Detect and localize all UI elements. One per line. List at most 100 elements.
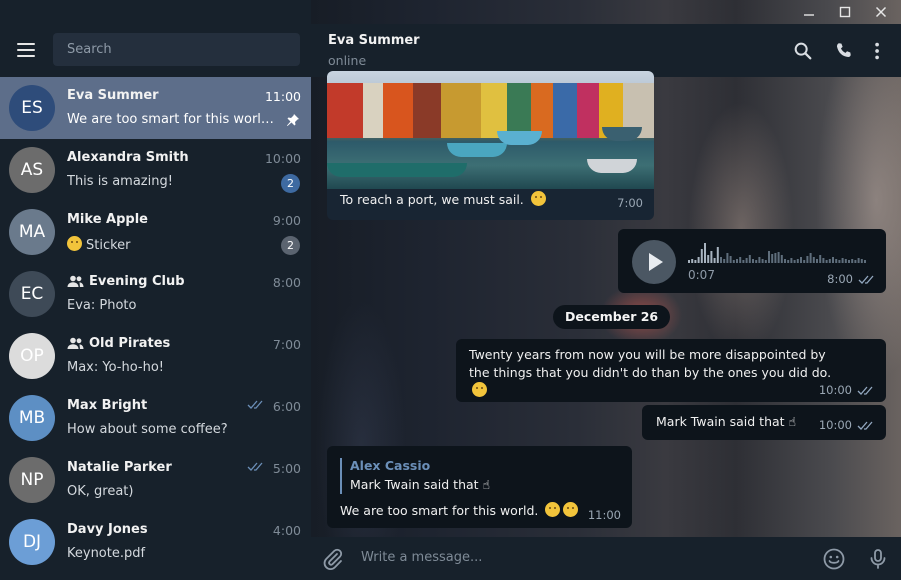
- avatar: MA: [9, 209, 55, 255]
- chat-preview: Sticker: [67, 236, 277, 253]
- reply-quote[interactable]: Alex Cassio Mark Twain said that ☝: [340, 458, 490, 494]
- read-ticks-icon: [247, 400, 263, 409]
- emoji-picker-icon[interactable]: [822, 547, 846, 571]
- chat-item[interactable]: NP Natalie Parker 5:00 OK, great): [0, 449, 311, 511]
- waveform-bar: [771, 254, 774, 263]
- message-text: Twenty years from now you will be more d…: [469, 347, 832, 380]
- waveform-bar: [713, 258, 716, 263]
- waveform-bar: [854, 260, 857, 263]
- waveform-bar: [803, 260, 806, 263]
- chat-name: Max Bright: [67, 398, 148, 413]
- chat-preview: Max: Yo-ho-ho!: [67, 360, 165, 375]
- emoji-icon: [67, 236, 82, 251]
- microphone-icon[interactable]: [866, 547, 890, 571]
- chat-item[interactable]: OP Old Pirates 7:00 Max: Yo-ho-ho!: [0, 325, 311, 387]
- waveform-bar: [790, 258, 793, 263]
- waveform-bar: [796, 259, 799, 263]
- waveform-bar: [758, 257, 761, 263]
- waveform-bar: [838, 260, 841, 263]
- chat-name: Natalie Parker: [67, 460, 172, 475]
- waveform-bar: [691, 259, 694, 263]
- unread-badge: 2: [281, 174, 300, 193]
- waveform-bar: [848, 260, 850, 263]
- waveform-bar: [710, 251, 713, 263]
- chat-item[interactable]: ES Eva Summer 11:00 We are too smart for th…: [0, 77, 311, 139]
- chat-item[interactable]: MA Mike Apple 9:00 Sticker 2: [0, 201, 311, 263]
- voice-duration: 0:07: [688, 268, 715, 282]
- play-icon: [649, 253, 663, 271]
- waveform-bar: [694, 260, 697, 263]
- search-input[interactable]: Search: [53, 33, 300, 66]
- telegram-window: Search ES Eva Summer 11:00 We are too smart…: [0, 0, 901, 580]
- waveform-bar: [707, 255, 710, 263]
- close-icon[interactable]: [863, 0, 899, 24]
- waveform-bar: [704, 243, 706, 263]
- emoji-icon: [472, 382, 487, 397]
- reply-message[interactable]: Alex Cassio Mark Twain said that ☝ We ar…: [327, 446, 632, 528]
- waveform-bar: [716, 247, 719, 263]
- read-ticks-icon: [857, 386, 873, 395]
- more-icon[interactable]: [867, 40, 889, 62]
- chat-item[interactable]: MB Max Bright 6:00 How about some coffee?: [0, 387, 311, 449]
- chat-item[interactable]: AS Alexandra Smith 10:00 This is amazing! 2: [0, 139, 311, 201]
- phone-icon[interactable]: [833, 40, 855, 62]
- window-controls: [791, 0, 901, 24]
- waveform-bar: [777, 252, 780, 263]
- message-time: 11:00: [587, 508, 621, 522]
- menu-icon[interactable]: [17, 43, 35, 57]
- waveform-bar: [835, 259, 838, 263]
- waveform-bar: [844, 259, 847, 263]
- message-bubble[interactable]: Twenty years from now you will be more d…: [456, 339, 886, 402]
- chat-name: Eva Summer: [67, 88, 159, 103]
- voice-waveform[interactable]: [688, 241, 874, 263]
- chat-preview: We are too smart for this world. 🤣😂: [67, 112, 277, 127]
- waveform-bar: [736, 259, 738, 263]
- waveform-bar: [723, 259, 726, 263]
- chat-preview: Keynote.pdf: [67, 546, 146, 561]
- waveform-bar: [697, 257, 700, 263]
- waveform-bar: [739, 257, 742, 263]
- message-bubble[interactable]: Mark Twain said that ☝ 10:00: [642, 405, 886, 440]
- waveform-bar: [793, 260, 796, 263]
- waveform-bar: [864, 260, 866, 263]
- chat-preview: This is amazing!: [67, 174, 173, 189]
- chat-name: Old Pirates: [67, 336, 170, 351]
- minimize-icon[interactable]: [791, 0, 827, 24]
- search-icon[interactable]: [792, 40, 814, 62]
- unread-badge: 2: [281, 236, 300, 255]
- waveform-bar: [851, 259, 854, 263]
- waveform-bar: [828, 259, 831, 263]
- emoji-icon: [545, 502, 561, 517]
- waveform-bar: [822, 258, 825, 263]
- peer-name[interactable]: Eva Summer: [328, 33, 420, 48]
- waveform-bar: [860, 259, 863, 263]
- waveform-bar: [812, 257, 815, 263]
- chat-item[interactable]: DJ Davy Jones 4:00 Keynote.pdf: [0, 511, 311, 573]
- chat-name: Alexandra Smith: [67, 150, 189, 165]
- chat-name: Mike Apple: [67, 212, 148, 227]
- waveform-bar: [780, 255, 783, 263]
- waveform-bar: [784, 259, 786, 263]
- message-photo[interactable]: [327, 71, 654, 189]
- chat-preview: OK, great): [67, 484, 134, 499]
- waveform-bar: [748, 255, 751, 263]
- chat-item[interactable]: EC Evening Club 8:00 Eva: Photo: [0, 263, 311, 325]
- voice-message[interactable]: 0:07 8:00: [618, 229, 886, 293]
- maximize-icon[interactable]: [827, 0, 863, 24]
- waveform-bar: [841, 258, 844, 263]
- attach-icon[interactable]: [321, 547, 345, 571]
- chat-list: ES Eva Summer 11:00 We are too smart for th…: [0, 77, 311, 573]
- message-input[interactable]: Write a message...: [361, 550, 482, 565]
- waveform-bar: [732, 260, 735, 263]
- read-ticks-icon: [858, 275, 874, 284]
- point-up-emoji-icon: ☝: [788, 414, 797, 429]
- photo-message[interactable]: To reach a port, we must sail. 7:00: [327, 71, 654, 220]
- pin-icon: [287, 114, 299, 126]
- play-button[interactable]: [632, 240, 676, 284]
- chat-preview: Eva: Photo: [67, 298, 137, 313]
- avatar: OP: [9, 333, 55, 379]
- emoji-icon: [563, 502, 579, 517]
- waveform-bar: [819, 255, 822, 263]
- waveform-bar: [809, 253, 812, 263]
- chat-time: 9:00: [272, 213, 301, 228]
